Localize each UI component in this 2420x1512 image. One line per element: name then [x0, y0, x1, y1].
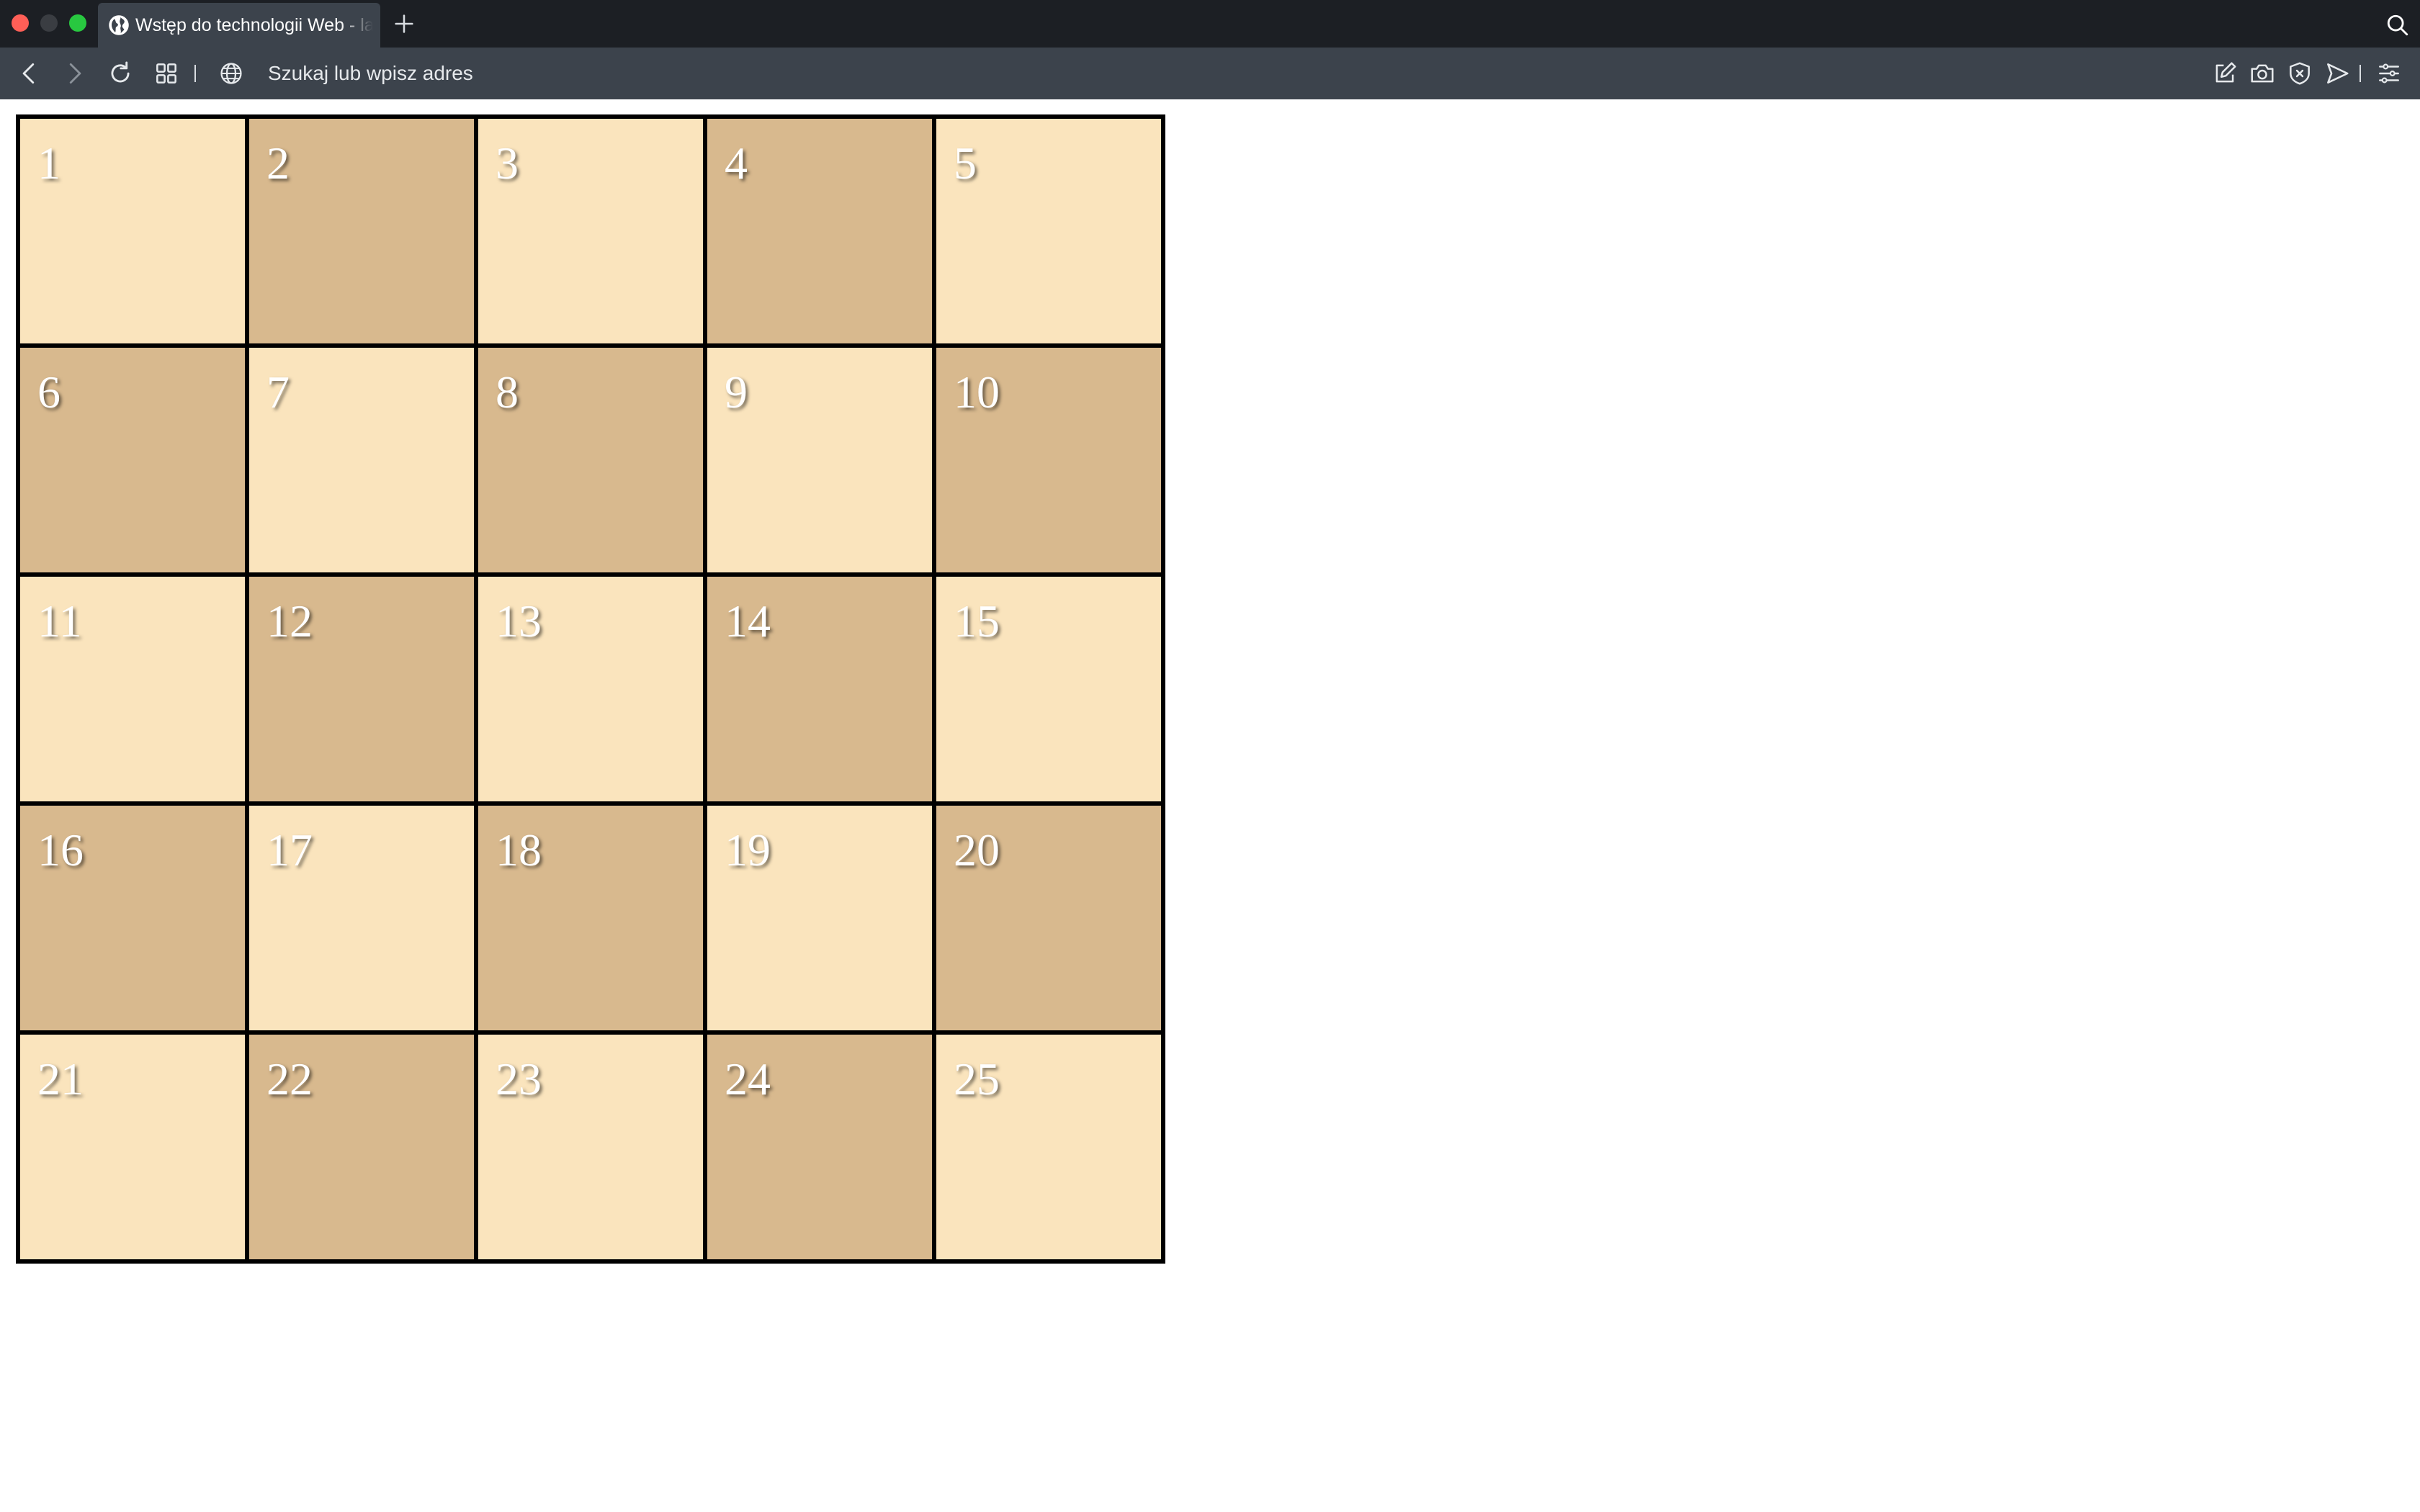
board-cell: 14 [703, 572, 936, 806]
edit-icon[interactable] [2211, 60, 2238, 87]
chevron-left-icon[interactable] [16, 60, 43, 87]
board-cell: 4 [703, 114, 936, 348]
cell-number: 17 [266, 824, 313, 876]
cell-number: 5 [954, 138, 977, 189]
cell-number: 15 [954, 595, 1000, 647]
cell-number: 2 [266, 138, 290, 189]
close-window-button[interactable] [12, 14, 29, 32]
board-cell: 2 [245, 114, 478, 348]
board-cell: 20 [932, 801, 1165, 1035]
cell-number: 6 [37, 366, 60, 418]
cell-number: 14 [725, 595, 771, 647]
cell-number: 12 [266, 595, 313, 647]
camera-icon[interactable] [2249, 60, 2276, 87]
cell-number: 19 [725, 824, 771, 876]
board-cell: 5 [932, 114, 1165, 348]
board-cell: 6 [16, 343, 249, 577]
board-cell: 3 [474, 114, 707, 348]
cell-number: 11 [37, 595, 82, 647]
minimize-window-button[interactable] [40, 14, 58, 32]
toolbar-divider [194, 65, 196, 82]
cell-number: 23 [496, 1053, 542, 1104]
shield-icon[interactable] [2286, 60, 2313, 87]
plus-icon[interactable] [392, 12, 416, 36]
cell-number: 1 [37, 138, 60, 189]
tab-strip: Wstęp do technologii Web - lab [0, 0, 2420, 48]
board-cell: 22 [245, 1030, 478, 1264]
cell-number: 10 [954, 366, 1000, 418]
cell-number: 4 [725, 138, 748, 189]
cell-number: 20 [954, 824, 1000, 876]
send-icon[interactable] [2323, 60, 2351, 87]
cell-number: 18 [496, 824, 542, 876]
chevron-right-icon[interactable] [60, 60, 88, 87]
menu-icon[interactable] [2375, 60, 2403, 87]
search-icon[interactable] [2385, 13, 2410, 37]
navigation-toolbar: Szukaj lub wpisz adres [0, 48, 2420, 99]
board-cell: 24 [703, 1030, 936, 1264]
cell-number: 25 [954, 1053, 1000, 1104]
board-cell: 7 [245, 343, 478, 577]
globe-icon [220, 63, 242, 84]
address-input[interactable]: Szukaj lub wpisz adres [268, 56, 473, 91]
board-cell: 19 [703, 801, 936, 1035]
board-cell: 17 [245, 801, 478, 1035]
board-cell: 18 [474, 801, 707, 1035]
board-cell: 23 [474, 1030, 707, 1264]
board-cell: 13 [474, 572, 707, 806]
board-cell: 16 [16, 801, 249, 1035]
cell-number: 16 [37, 824, 84, 876]
cell-number: 8 [496, 366, 519, 418]
cell-number: 7 [266, 366, 290, 418]
checkerboard-grid: 1 2 3 4 5 6 7 8 9 10 11 12 13 14 15 16 17 18 19 20 21 22 23 24 2… [16, 114, 1165, 1264]
reload-icon[interactable] [107, 60, 134, 87]
board-cell: 10 [932, 343, 1165, 577]
cell-number: 22 [266, 1053, 313, 1104]
board-cell: 25 [932, 1030, 1165, 1264]
board-cell: 12 [245, 572, 478, 806]
board-cell: 21 [16, 1030, 249, 1264]
globe-icon [109, 15, 129, 35]
maximize-window-button[interactable] [69, 14, 86, 32]
board-cell: 1 [16, 114, 249, 348]
cell-number: 21 [37, 1053, 84, 1104]
toolbar-divider [2360, 65, 2361, 82]
cell-number: 13 [496, 595, 542, 647]
board-cell: 8 [474, 343, 707, 577]
tab-title: Wstęp do technologii Web - lab [135, 15, 373, 35]
address-bar[interactable]: Szukaj lub wpisz adres [216, 56, 2161, 91]
grid-icon[interactable] [153, 60, 180, 87]
cell-number: 9 [725, 366, 748, 418]
tab-active[interactable]: Wstęp do technologii Web - lab [98, 3, 380, 48]
browser-window: Wstęp do technologii Web - lab Szukaj lu… [0, 0, 2420, 1512]
cell-number: 24 [725, 1053, 771, 1104]
board-cell: 9 [703, 343, 936, 577]
board-cell: 15 [932, 572, 1165, 806]
cell-number: 3 [496, 138, 519, 189]
board-cell: 11 [16, 572, 249, 806]
